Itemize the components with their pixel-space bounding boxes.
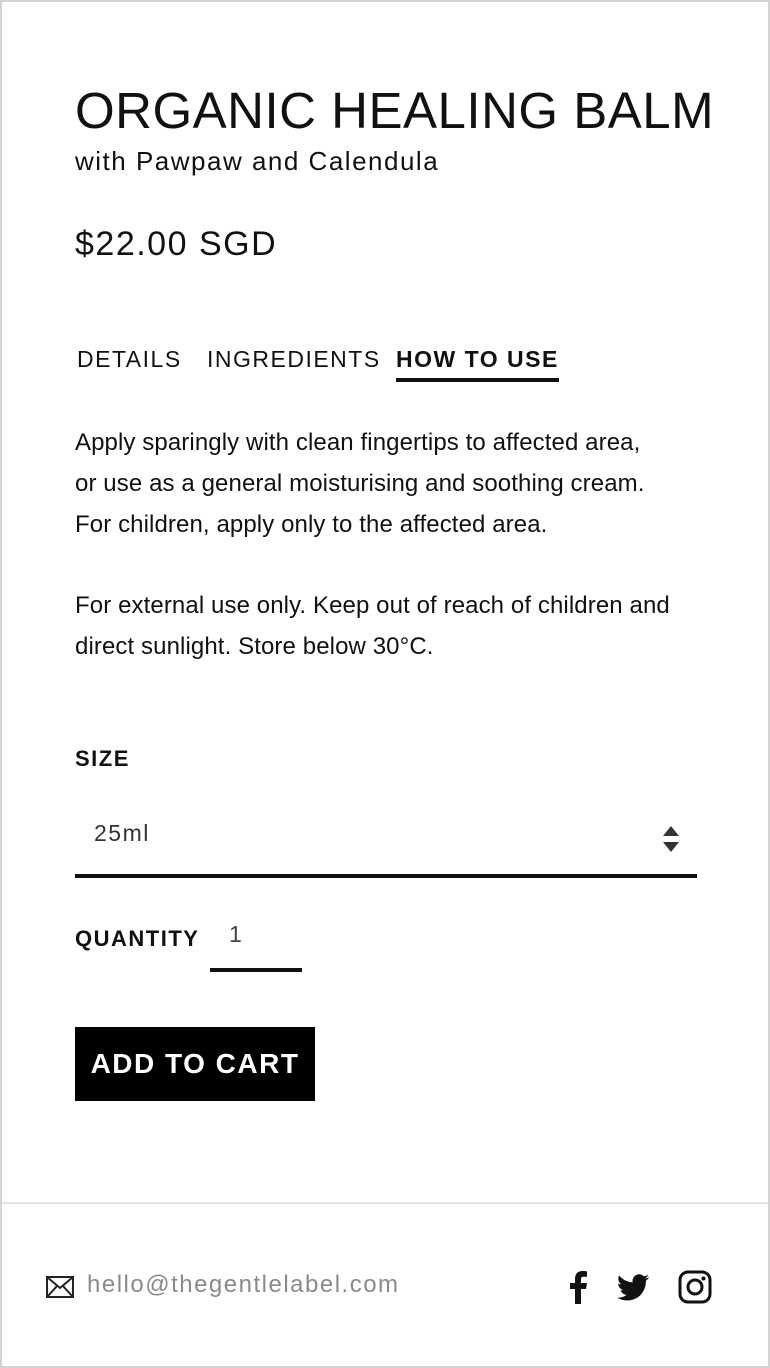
add-to-cart-button[interactable]: ADD TO CART — [75, 1027, 315, 1101]
select-arrows-icon — [663, 826, 679, 852]
usage-line: Apply sparingly with clean fingertips to… — [75, 429, 641, 456]
footer-divider — [2, 1202, 768, 1204]
info-tabs: DETAILS INGREDIENTS HOW TO USE — [75, 344, 699, 384]
tab-how-to-use[interactable]: HOW TO USE — [396, 344, 559, 382]
usage-line: For external use only. Keep out of reach… — [75, 592, 670, 619]
twitter-icon[interactable] — [616, 1270, 650, 1304]
usage-line: or use as a general moisturising and soo… — [75, 470, 645, 497]
usage-paragraph-2: For external use only. Keep out of reach… — [75, 585, 715, 667]
product-price: $22.00 SGD — [75, 225, 278, 263]
page-frame: ORGANIC HEALING BALM with Pawpaw and Cal… — [0, 0, 770, 1368]
tab-details[interactable]: DETAILS — [77, 344, 182, 374]
quantity-label: QUANTITY — [75, 926, 200, 951]
product-subtitle: with Pawpaw and Calendula — [75, 146, 440, 176]
facebook-icon[interactable] — [562, 1270, 596, 1304]
quantity-value: 1 — [229, 921, 242, 947]
usage-line: For children, apply only to the affected… — [75, 511, 548, 538]
instagram-icon[interactable] — [678, 1270, 712, 1304]
usage-paragraph-1: Apply sparingly with clean fingertips to… — [75, 422, 715, 545]
size-select[interactable]: 25ml — [75, 802, 697, 878]
footer-email-link[interactable]: hello@thegentlelabel.com — [87, 1271, 400, 1299]
usage-line: direct sunlight. Store below 30°C. — [75, 633, 434, 660]
size-selected-value: 25ml — [94, 820, 150, 846]
quantity-input[interactable]: 1 — [210, 914, 302, 972]
product-title: ORGANIC HEALING BALM — [75, 82, 715, 139]
tab-ingredients[interactable]: INGREDIENTS — [207, 344, 381, 374]
mail-icon — [46, 1276, 74, 1298]
size-label: SIZE — [75, 746, 130, 771]
